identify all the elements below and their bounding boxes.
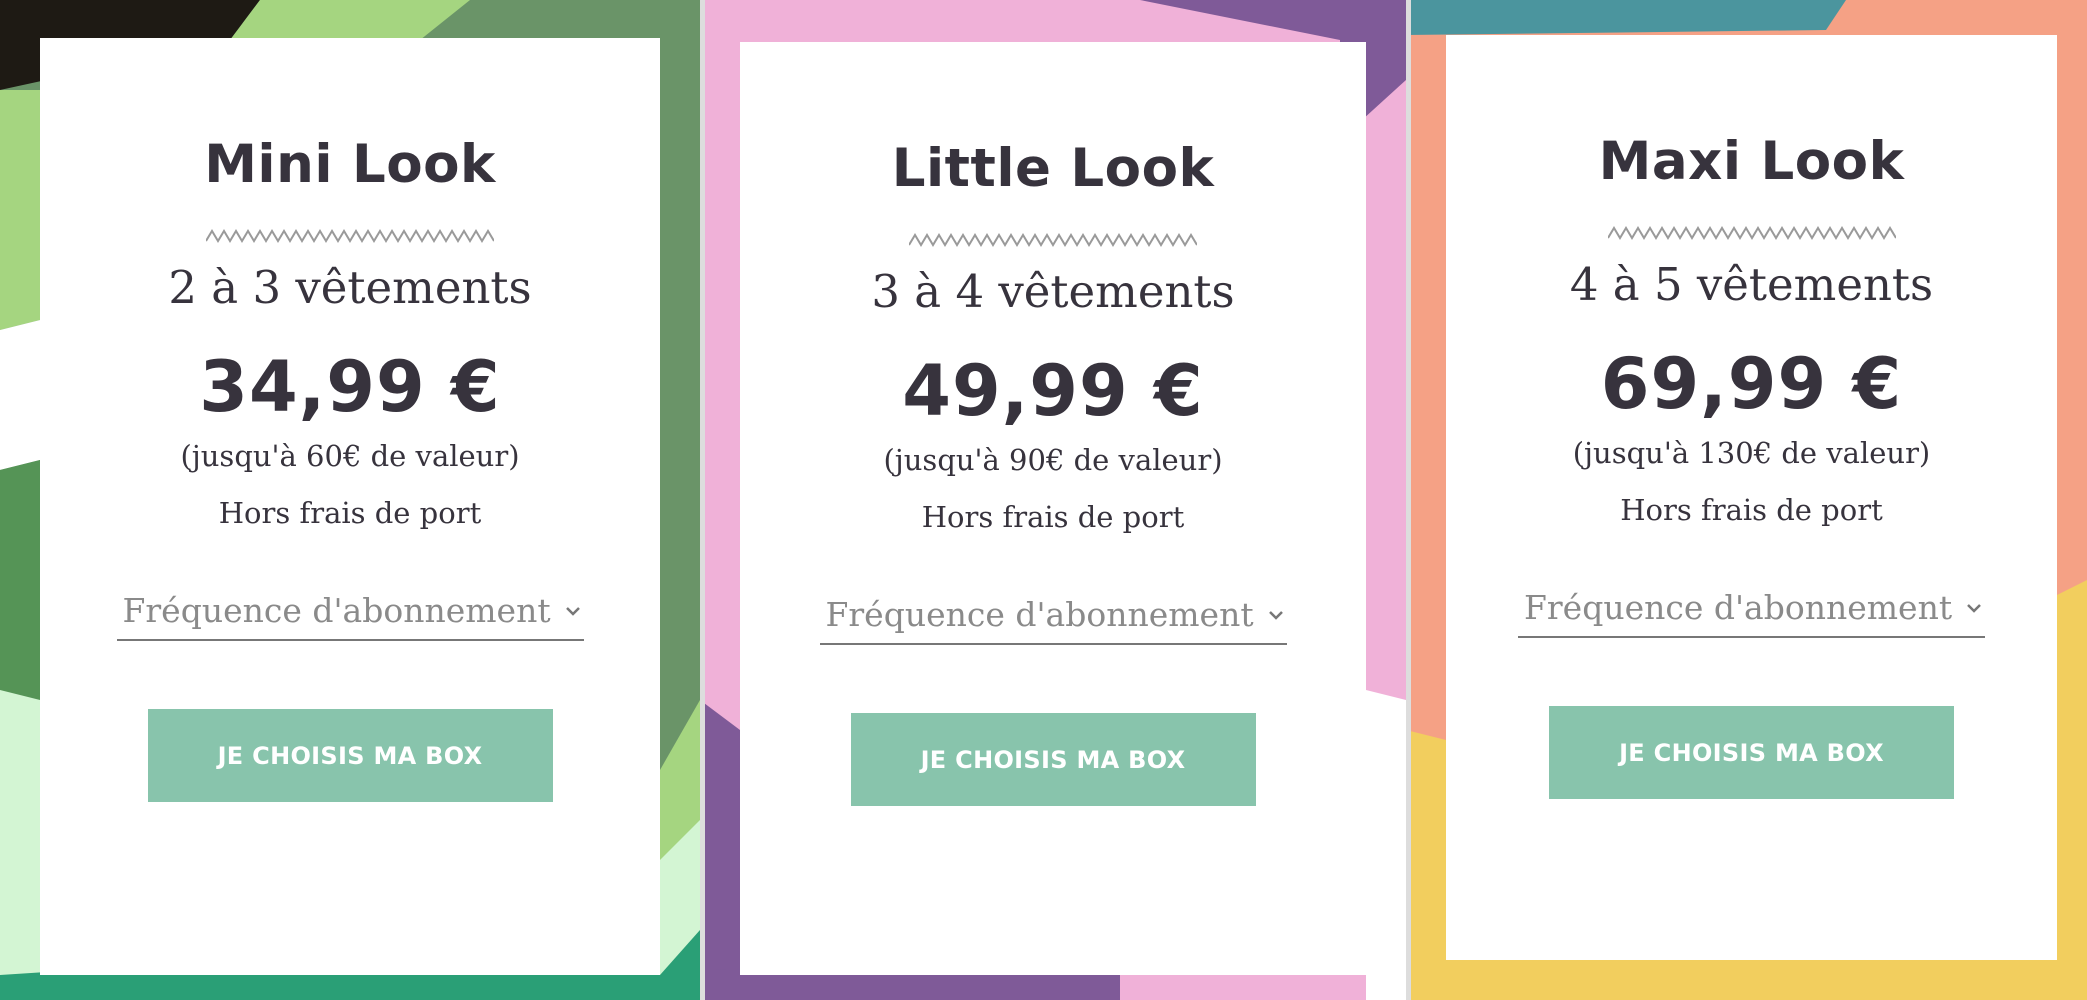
- frequency-select-placeholder: Fréquence d'abonnement: [825, 595, 1254, 634]
- plan-shipping-note: Hors frais de port: [218, 496, 482, 530]
- chevron-down-icon: [1967, 603, 1981, 613]
- chevron-down-icon: [1268, 610, 1283, 620]
- plan-value-note: (jusqu'à 130€ de valeur): [1572, 436, 1931, 470]
- plan-card: Mini Look 2 à 3 vêtements 34,99 € (jusqu…: [40, 38, 660, 975]
- choose-box-button[interactable]: JE CHOISIS MA BOX: [1549, 706, 1954, 799]
- plan-shipping-note: Hors frais de port: [1620, 493, 1883, 527]
- pricing-panel-little: Little Look 3 à 4 vêtements 49,99 € (jus…: [700, 0, 1406, 1000]
- frequency-select-placeholder: Fréquence d'abonnement: [122, 591, 551, 630]
- frequency-select[interactable]: Fréquence d'abonnement: [819, 590, 1287, 645]
- plan-value-note: (jusqu'à 90€ de valeur): [883, 443, 1223, 477]
- plan-title: Mini Look: [204, 134, 496, 195]
- plan-title: Maxi Look: [1598, 131, 1905, 192]
- plan-price: 34,99 €: [199, 346, 501, 428]
- frequency-select[interactable]: Fréquence d'abonnement: [116, 586, 584, 641]
- plan-item-count: 2 à 3 vêtements: [168, 261, 532, 314]
- pricing-panel-mini: Mini Look 2 à 3 vêtements 34,99 € (jusqu…: [0, 0, 700, 1000]
- frequency-select[interactable]: Fréquence d'abonnement: [1518, 583, 1985, 638]
- plan-item-count: 4 à 5 vêtements: [1569, 258, 1934, 311]
- plan-shipping-note: Hors frais de port: [921, 500, 1185, 534]
- plan-price: 69,99 €: [1600, 343, 1903, 425]
- zigzag-divider-icon: [1607, 226, 1896, 240]
- plan-title: Little Look: [891, 138, 1215, 199]
- plan-card: Little Look 3 à 4 vêtements 49,99 € (jus…: [740, 42, 1366, 975]
- zigzag-divider-icon: [206, 229, 494, 243]
- plan-item-count: 3 à 4 vêtements: [871, 265, 1235, 318]
- choose-box-button[interactable]: JE CHOISIS MA BOX: [147, 709, 553, 802]
- choose-box-button[interactable]: JE CHOISIS MA BOX: [850, 713, 1256, 806]
- pricing-panel-maxi: Maxi Look 4 à 5 vêtements 69,99 € (jusqu…: [1406, 0, 2087, 1000]
- plan-card: Maxi Look 4 à 5 vêtements 69,99 € (jusqu…: [1446, 35, 2057, 960]
- chevron-down-icon: [565, 606, 580, 616]
- frequency-select-placeholder: Fréquence d'abonnement: [1524, 588, 1953, 627]
- zigzag-divider-icon: [909, 233, 1197, 247]
- plan-value-note: (jusqu'à 60€ de valeur): [180, 439, 520, 473]
- plan-price: 49,99 €: [902, 350, 1204, 432]
